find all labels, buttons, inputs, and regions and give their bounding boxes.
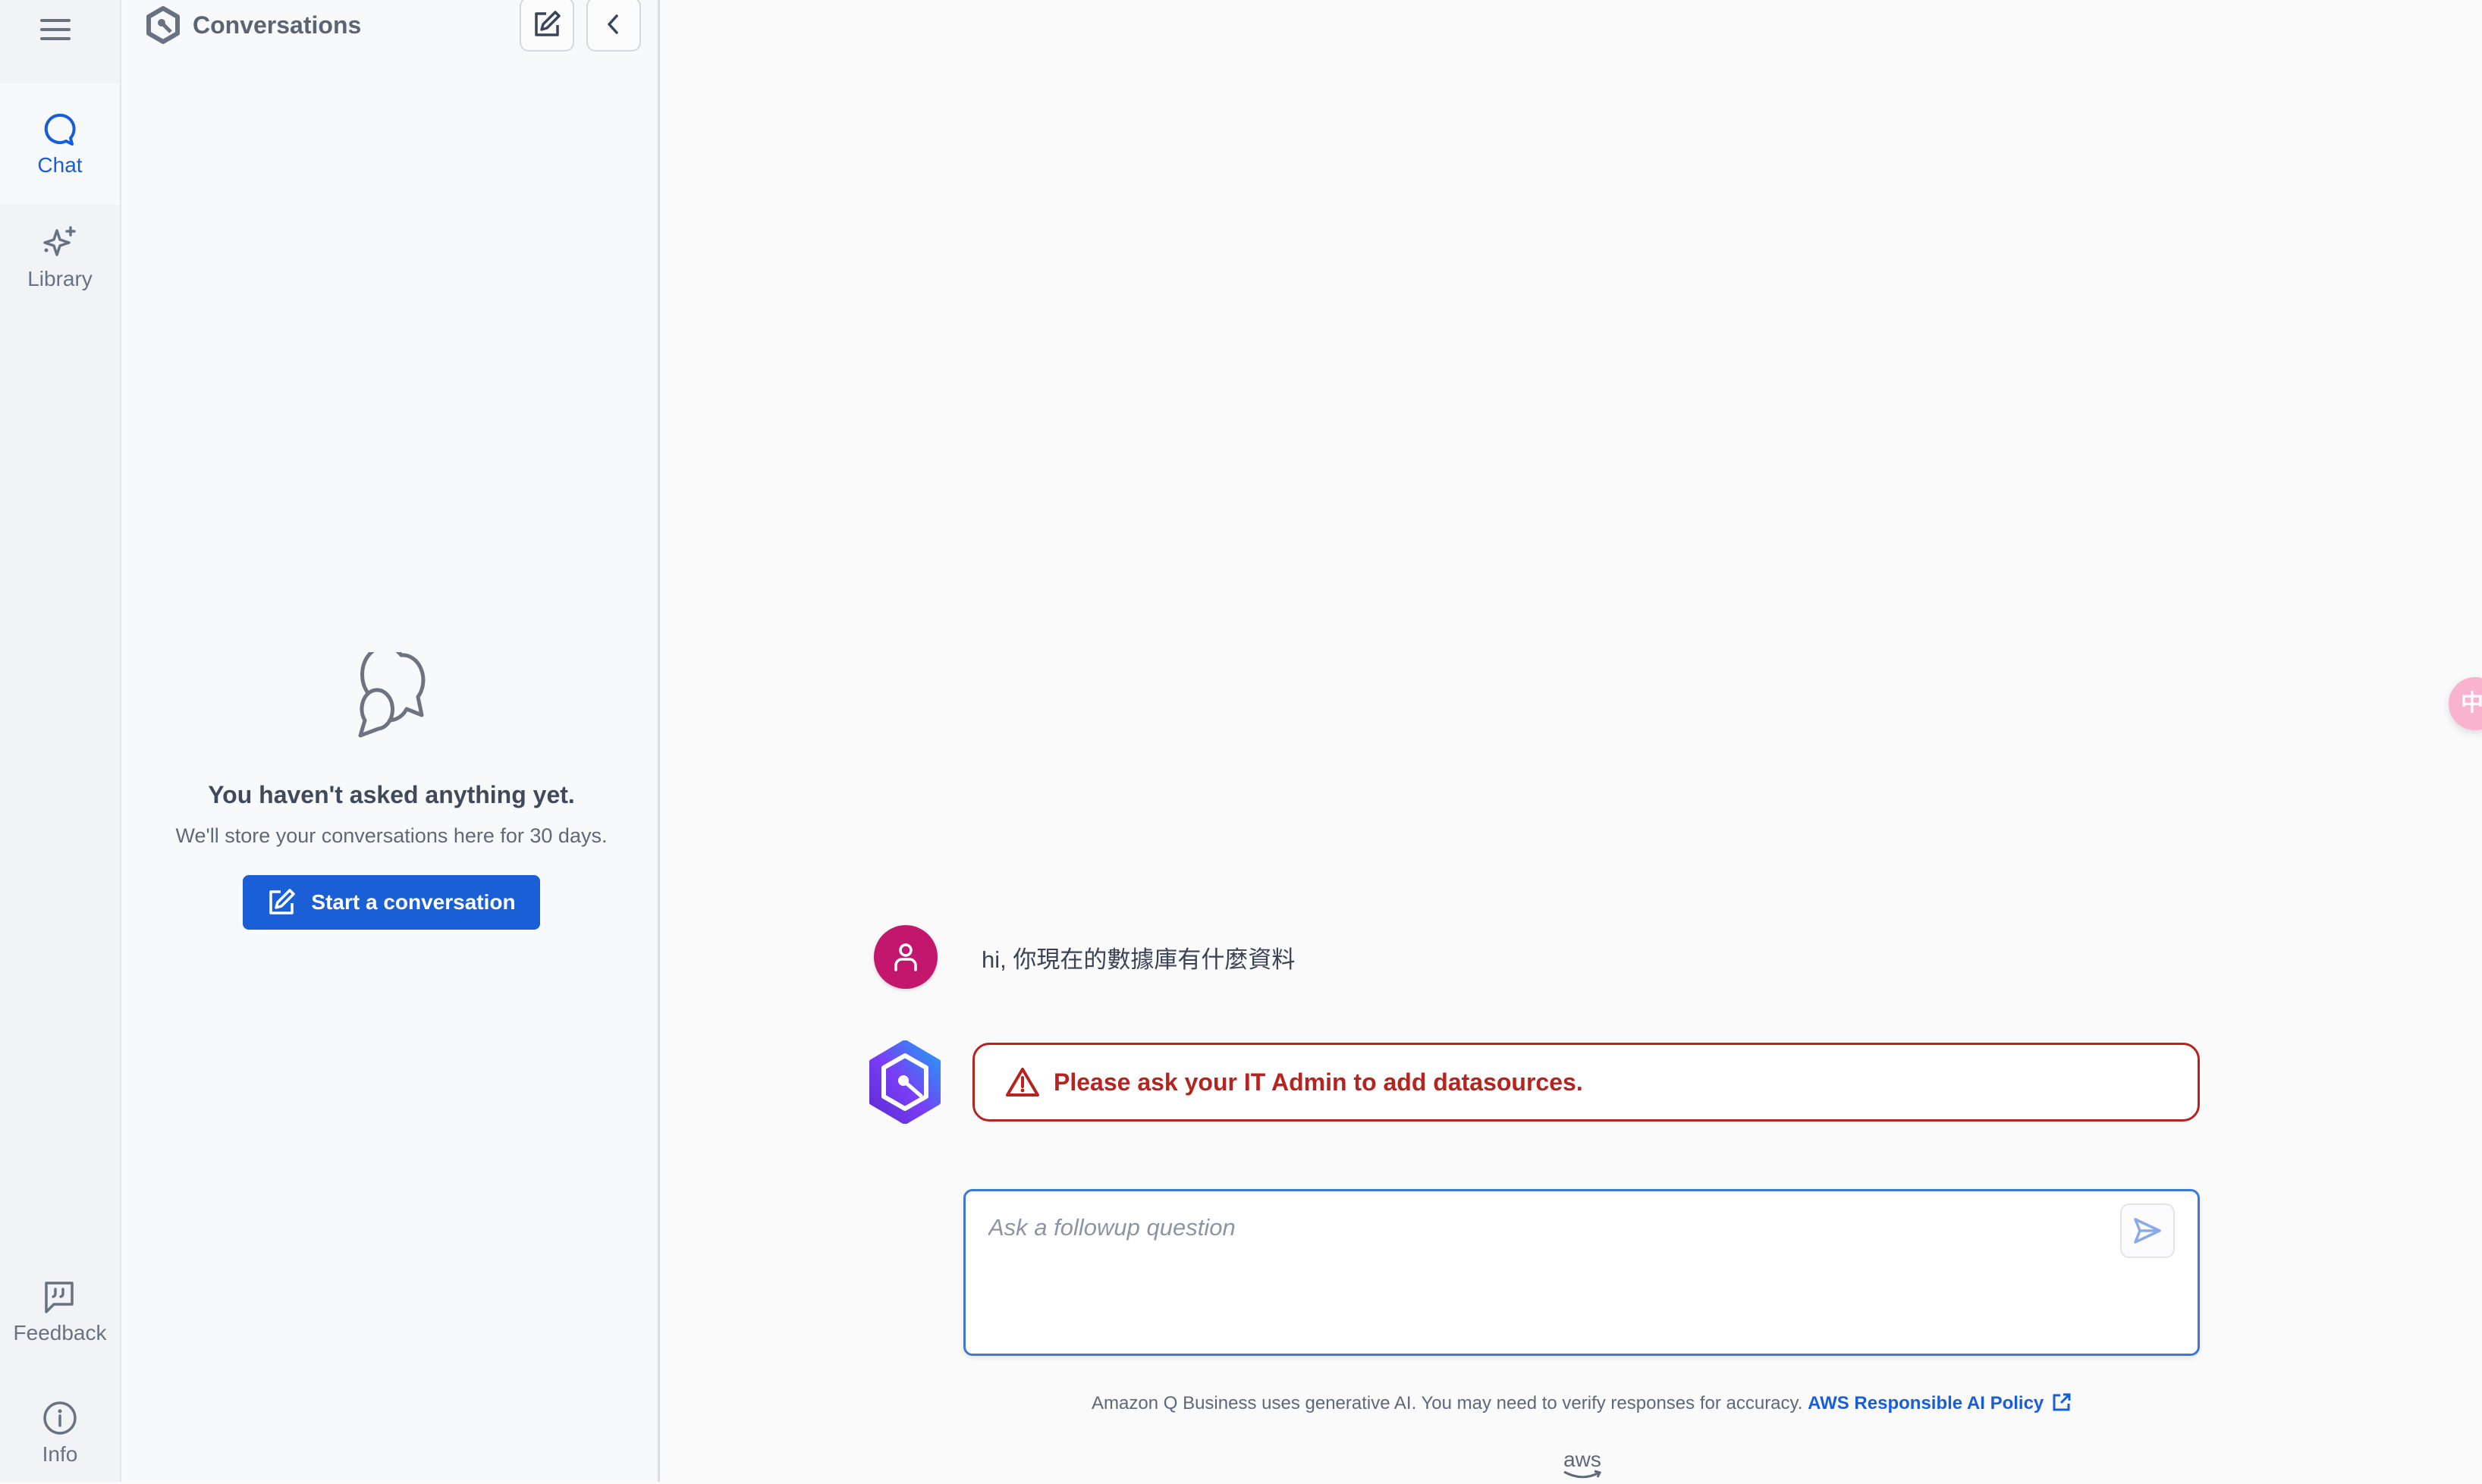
error-message-text: Please ask your IT Admin to add datasour…	[1054, 1068, 1583, 1096]
user-message-text: hi, 你現在的數據庫有什麼資料	[982, 946, 1296, 973]
external-link-icon	[2053, 1393, 2071, 1411]
disclaimer-text: Amazon Q Business uses generative AI. Yo…	[1092, 1393, 1803, 1413]
chat-bubble-icon	[44, 113, 76, 146]
conversations-panel: Conversations You haven't asked anything…	[123, 0, 660, 1482]
responsible-ai-policy-label: AWS Responsible AI Policy	[1808, 1393, 2044, 1413]
aws-logo-text: aws	[1563, 1448, 1601, 1471]
empty-state-subtext: We'll store your conversations here for …	[175, 824, 608, 847]
sparkles-icon	[43, 226, 76, 256]
warning-icon	[1006, 1068, 1039, 1097]
rail-item-info[interactable]: Info	[0, 1400, 120, 1467]
send-icon	[2134, 1218, 2161, 1244]
user-avatar	[874, 925, 938, 989]
rail-item-label: Chat	[37, 153, 83, 177]
edit-icon	[269, 889, 296, 915]
nav-rail: Chat Library Feedback Info	[0, 0, 121, 1482]
panel-title: Conversations	[193, 11, 362, 39]
collapse-panel-button[interactable]	[586, 0, 641, 52]
rail-item-chat[interactable]: Chat	[0, 83, 120, 205]
rail-item-library[interactable]: Library	[0, 224, 120, 291]
chevron-left-icon	[608, 14, 618, 34]
rail-item-label: Library	[27, 267, 93, 290]
edit-icon	[535, 11, 561, 36]
info-circle-icon	[43, 1401, 77, 1435]
followup-input-container	[963, 1189, 2200, 1356]
menu-button[interactable]	[29, 11, 82, 49]
responsible-ai-policy-link[interactable]: AWS Responsible AI Policy	[1808, 1393, 2072, 1413]
send-button[interactable]	[2120, 1203, 2175, 1258]
new-conversation-button[interactable]	[520, 0, 574, 52]
amazon-q-logo-icon	[146, 6, 180, 44]
user-icon	[894, 943, 917, 971]
error-message: Please ask your IT Admin to add datasour…	[972, 1043, 2200, 1122]
rail-item-label: Info	[42, 1442, 78, 1466]
rail-item-feedback[interactable]: Feedback	[0, 1278, 120, 1345]
panel-header: Conversations	[146, 6, 361, 44]
quote-bubble-icon	[45, 1282, 74, 1313]
amazon-q-avatar-icon	[869, 1040, 941, 1124]
disclaimer-footer: Amazon Q Business uses generative AI. Yo…	[963, 1392, 2200, 1414]
chat-bubbles-icon	[358, 652, 426, 738]
user-message: hi, 你現在的數據庫有什麼資料	[874, 925, 1295, 989]
start-conversation-button[interactable]: Start a conversation	[243, 875, 540, 930]
empty-state-heading: You haven't asked anything yet.	[208, 781, 575, 808]
rail-item-label: Feedback	[13, 1321, 107, 1344]
followup-question-input[interactable]	[988, 1214, 2088, 1328]
start-conversation-label: Start a conversation	[311, 890, 516, 914]
aws-logo: aws	[1560, 1448, 1605, 1482]
aws-smile-icon	[1563, 1470, 1602, 1479]
hamburger-menu-icon	[40, 19, 71, 40]
empty-state: You haven't asked anything yet. We'll st…	[123, 652, 660, 930]
